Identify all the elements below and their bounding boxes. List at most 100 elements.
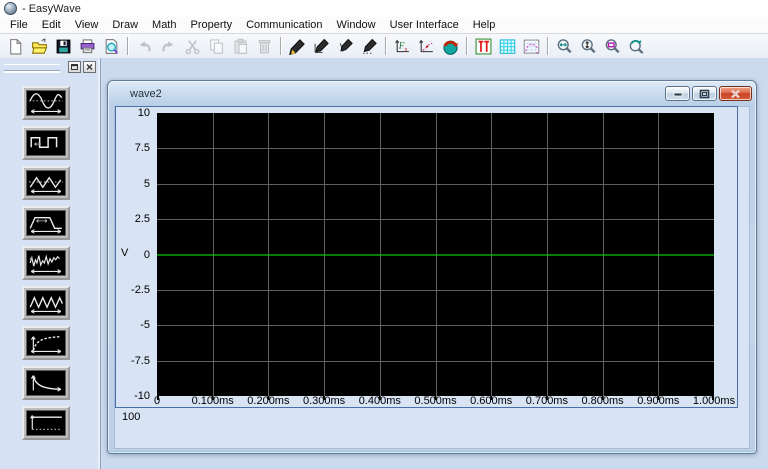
zoom-back-button[interactable] <box>625 36 647 57</box>
pulse-wave-icon <box>26 210 66 236</box>
palette-close-button[interactable] <box>83 61 96 73</box>
markers-icon <box>475 38 492 55</box>
wave2-minimize-button[interactable] <box>665 86 690 101</box>
menu-communication[interactable]: Communication <box>239 18 329 32</box>
y-tick-label: 0 <box>116 248 150 262</box>
draw-line-axis-icon <box>313 38 330 55</box>
print-preview-button[interactable] <box>100 36 122 57</box>
draw-line-button[interactable] <box>286 36 308 57</box>
menu-property[interactable]: Property <box>184 18 240 32</box>
menu-math[interactable]: Math <box>145 18 183 32</box>
menu-user-interface[interactable]: User Interface <box>383 18 466 32</box>
toolbar-separator <box>127 37 128 55</box>
markers-button[interactable] <box>472 36 494 57</box>
draw-points-button[interactable] <box>358 36 380 57</box>
x-tick-label: 0.100ms <box>183 395 243 408</box>
x-tick-label: 0.600ms <box>461 395 521 408</box>
draw-expression-button[interactable]: Fx <box>391 36 413 57</box>
exp-rise-wave-button[interactable] <box>22 326 70 360</box>
palette-gripper[interactable] <box>4 64 60 71</box>
wave2-titlebar[interactable]: wave2 <box>114 81 750 106</box>
wave2-maximize-button[interactable] <box>692 86 717 101</box>
show-grid-icon <box>499 38 516 55</box>
draw-segment-button[interactable] <box>334 36 356 57</box>
sawtooth-wave-icon <box>26 290 66 316</box>
open-file-button[interactable] <box>28 36 50 57</box>
delete-icon <box>256 38 273 55</box>
paste-icon <box>232 38 249 55</box>
menu-window[interactable]: Window <box>330 18 383 32</box>
waveform-palette <box>0 58 101 469</box>
app-title: - EasyWave <box>22 3 81 15</box>
samples-count-label: 100 <box>122 411 140 423</box>
dc-wave-button[interactable] <box>22 406 70 440</box>
undo-button[interactable] <box>133 36 155 57</box>
menu-view[interactable]: View <box>68 18 106 32</box>
zoom-window-button[interactable] <box>601 36 623 57</box>
draw-segment-icon <box>337 38 354 55</box>
undo-icon <box>136 38 153 55</box>
noise-wave-button[interactable] <box>22 246 70 280</box>
toolbar-separator <box>547 37 548 55</box>
x-tick-label: 0.300ms <box>294 395 354 408</box>
sawtooth-wave-button[interactable] <box>22 286 70 320</box>
toolbar: Fx <box>0 34 768 59</box>
x-tick-label: 0.500ms <box>406 395 466 408</box>
delete-button[interactable] <box>253 36 275 57</box>
plot-properties-button[interactable] <box>520 36 542 57</box>
x-tick-label: 1.000ms <box>684 395 744 408</box>
zoom-horizontal-icon <box>556 38 573 55</box>
waveform-plot[interactable] <box>157 113 714 401</box>
palette-header[interactable] <box>0 58 100 76</box>
show-grid-button[interactable] <box>496 36 518 57</box>
print-button[interactable] <box>76 36 98 57</box>
wave2-window: wave2 V <box>107 80 757 454</box>
toolbar-separator <box>466 37 467 55</box>
palette-restore-button[interactable] <box>68 61 81 73</box>
exp-rise-wave-icon <box>26 330 66 356</box>
x-tick-label: 0.700ms <box>517 395 577 408</box>
paste-button[interactable] <box>229 36 251 57</box>
app-body: wave2 V <box>0 58 768 469</box>
menu-draw[interactable]: Draw <box>105 18 145 32</box>
zoom-vertical-button[interactable] <box>577 36 599 57</box>
draw-coordinates-button[interactable] <box>415 36 437 57</box>
menu-bar: FileEditViewDrawMathPropertyCommunicatio… <box>0 17 768 34</box>
draw-points-icon <box>361 38 378 55</box>
menu-edit[interactable]: Edit <box>35 18 68 32</box>
zoom-vertical-icon <box>580 38 597 55</box>
send-to-device-button[interactable] <box>439 36 461 57</box>
save-file-button[interactable] <box>52 36 74 57</box>
draw-coordinates-icon <box>418 38 435 55</box>
draw-expression-icon: Fx <box>394 38 411 55</box>
wave2-close-button[interactable] <box>719 86 752 101</box>
redo-button[interactable] <box>157 36 179 57</box>
close-icon <box>730 89 741 99</box>
x-tick-label: 0.200ms <box>238 395 298 408</box>
y-tick-label: 7.5 <box>116 141 150 155</box>
pulse-wave-button[interactable] <box>22 206 70 240</box>
minimize-icon <box>673 89 683 98</box>
x-tick-label: 0 <box>127 395 187 408</box>
square-wave-button[interactable] <box>22 126 70 160</box>
triangle-wave-button[interactable] <box>22 166 70 200</box>
cut-button[interactable] <box>181 36 203 57</box>
zoom-back-icon <box>628 38 645 55</box>
sine-wave-icon <box>26 90 66 116</box>
wave2-title: wave2 <box>130 88 162 100</box>
new-file-button[interactable] <box>4 36 26 57</box>
y-tick-label: 10 <box>116 106 150 120</box>
draw-line-axis-button[interactable] <box>310 36 332 57</box>
open-file-icon <box>31 38 48 55</box>
restore-icon <box>70 63 79 71</box>
sine-wave-button[interactable] <box>22 86 70 120</box>
menu-help[interactable]: Help <box>466 18 503 32</box>
exp-fall-wave-button[interactable] <box>22 366 70 400</box>
y-tick-label: -2.5 <box>116 283 150 297</box>
app-titlebar[interactable]: - EasyWave <box>0 0 768 17</box>
copy-button[interactable] <box>205 36 227 57</box>
menu-file[interactable]: File <box>3 18 35 32</box>
print-preview-icon <box>103 38 120 55</box>
zoom-horizontal-button[interactable] <box>553 36 575 57</box>
wave-button-column <box>0 76 100 440</box>
